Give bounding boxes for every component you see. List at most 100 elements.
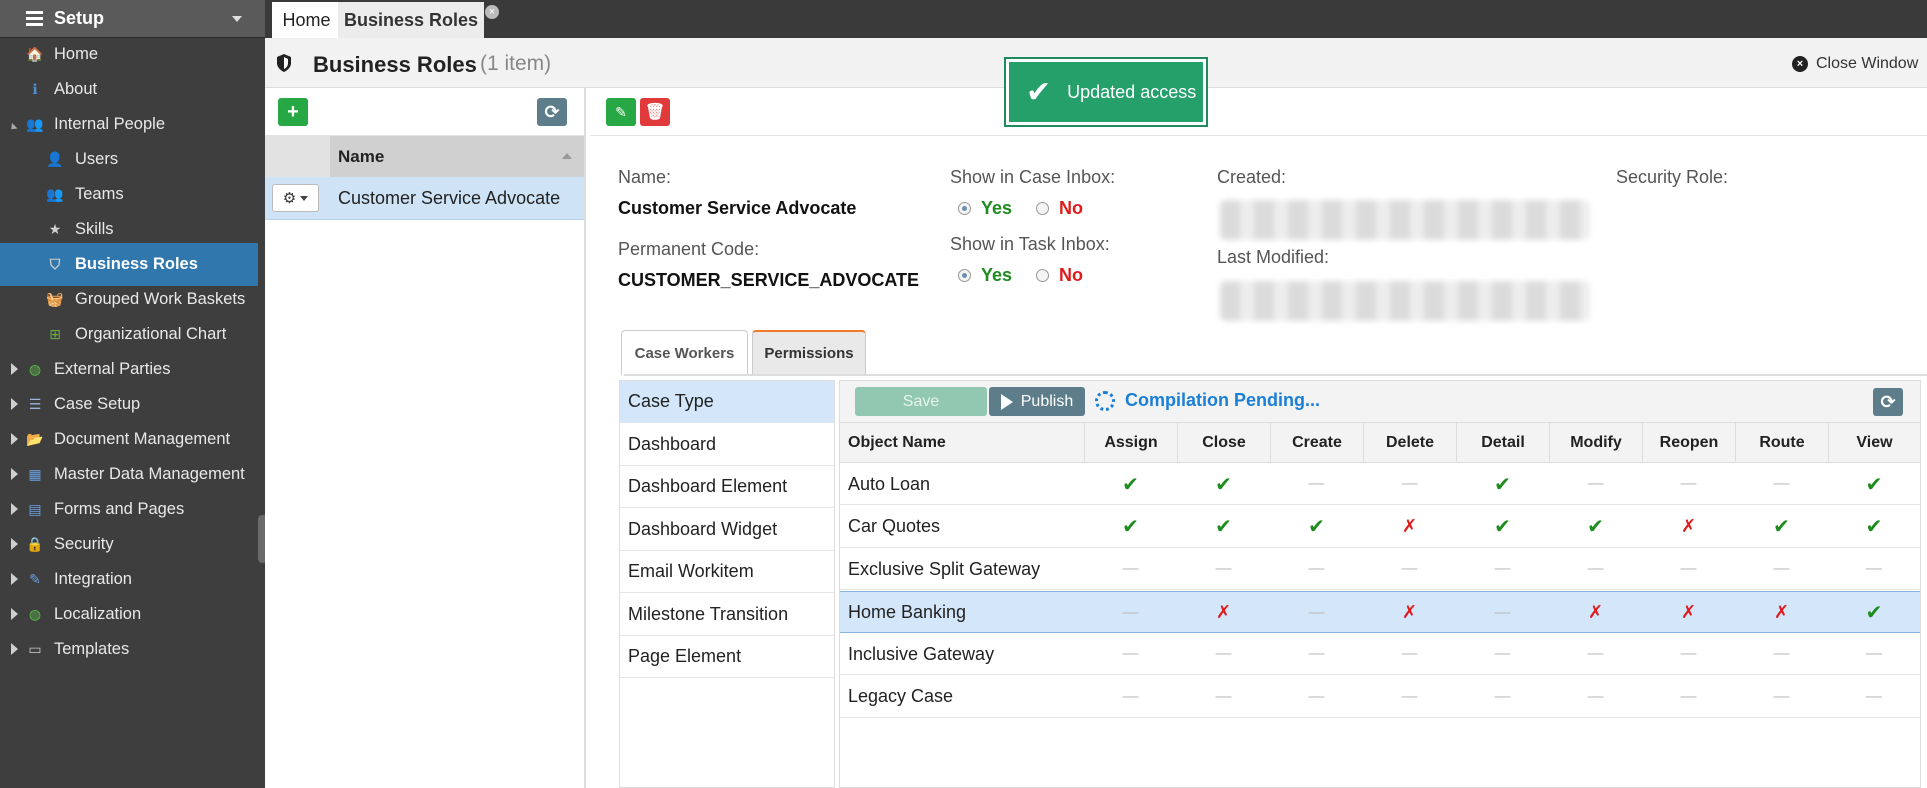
permission-delete-none-icon[interactable]: —	[1363, 548, 1456, 590]
case-inbox-no-radio[interactable]: No	[1036, 198, 1083, 219]
permission-detail-none-icon[interactable]: —	[1456, 592, 1549, 634]
close-window-button[interactable]: × Close Window	[1792, 55, 1918, 73]
object-type-page-element[interactable]: Page Element	[620, 636, 834, 678]
tab-permissions[interactable]: Permissions	[752, 330, 866, 375]
task-inbox-no-radio[interactable]: No	[1036, 265, 1083, 286]
permission-route-no-icon[interactable]: ✗	[1735, 592, 1828, 634]
menu-icon[interactable]	[26, 8, 43, 29]
permission-create-none-icon[interactable]: —	[1270, 463, 1363, 505]
permission-assign-none-icon[interactable]: —	[1084, 676, 1177, 718]
permission-view-none-icon[interactable]: —	[1828, 633, 1920, 675]
success-toast[interactable]: ✔ Updated access	[1004, 57, 1208, 127]
refresh-button[interactable]: ⟳	[537, 98, 567, 126]
expand-arrow-icon[interactable]	[11, 398, 18, 410]
save-button[interactable]: Save	[855, 387, 987, 416]
name-column-header[interactable]: Name	[330, 136, 584, 177]
permission-modify-no-icon[interactable]: ✗	[1549, 592, 1642, 634]
sidebar-collapse-handle[interactable]	[258, 515, 265, 563]
task-inbox-yes-radio[interactable]: Yes	[958, 265, 1012, 286]
permission-reopen-no-icon[interactable]: ✗	[1642, 506, 1735, 548]
object-type-dashboard[interactable]: Dashboard	[620, 424, 834, 466]
chevron-down-icon[interactable]	[232, 16, 242, 22]
permission-close-yes-icon[interactable]: ✔	[1177, 463, 1270, 505]
permission-create-none-icon[interactable]: —	[1270, 592, 1363, 634]
permission-view-yes-icon[interactable]: ✔	[1828, 592, 1920, 634]
case-inbox-yes-radio[interactable]: Yes	[958, 198, 1012, 219]
column-header-reopen[interactable]: Reopen	[1642, 423, 1735, 463]
permission-modify-none-icon[interactable]: —	[1549, 633, 1642, 675]
sort-ascending-icon[interactable]	[562, 153, 572, 159]
row-actions-button[interactable]: ⚙	[272, 184, 319, 212]
column-header-route[interactable]: Route	[1735, 423, 1828, 463]
permission-detail-yes-icon[interactable]: ✔	[1456, 463, 1549, 505]
column-header-close[interactable]: Close	[1177, 423, 1270, 463]
permission-reopen-none-icon[interactable]: —	[1642, 676, 1735, 718]
permission-reopen-no-icon[interactable]: ✗	[1642, 592, 1735, 634]
column-header-modify[interactable]: Modify	[1549, 423, 1642, 463]
tab-home[interactable]: Home	[272, 2, 341, 38]
permission-modify-none-icon[interactable]: —	[1549, 463, 1642, 505]
expand-arrow-icon[interactable]	[11, 433, 18, 445]
table-row[interactable]: Inclusive Gateway — — — — — — — — —	[840, 633, 1920, 675]
sidebar-item-templates[interactable]: ▭ Templates	[0, 628, 258, 671]
permission-modify-none-icon[interactable]: —	[1549, 548, 1642, 590]
permission-view-none-icon[interactable]: —	[1828, 548, 1920, 590]
edit-button[interactable]: ✎	[606, 98, 636, 126]
permission-create-none-icon[interactable]: —	[1270, 633, 1363, 675]
permission-delete-none-icon[interactable]: —	[1363, 463, 1456, 505]
column-header-create[interactable]: Create	[1270, 423, 1363, 463]
table-row[interactable]: Home Banking — ✗ — ✗ — ✗ ✗ ✗ ✔	[840, 590, 1920, 634]
permission-reopen-none-icon[interactable]: —	[1642, 633, 1735, 675]
expand-arrow-icon[interactable]	[11, 538, 18, 550]
refresh-button[interactable]: ⟳	[1873, 388, 1903, 416]
permission-view-none-icon[interactable]: —	[1828, 676, 1920, 718]
tab-case-workers[interactable]: Case Workers	[621, 330, 748, 375]
permission-delete-none-icon[interactable]: —	[1363, 633, 1456, 675]
permission-route-none-icon[interactable]: —	[1735, 633, 1828, 675]
permission-detail-none-icon[interactable]: —	[1456, 676, 1549, 718]
tab-business-roles[interactable]: Business Roles	[338, 2, 484, 38]
permission-assign-none-icon[interactable]: —	[1084, 592, 1177, 634]
object-type-milestone-transition[interactable]: Milestone Transition	[620, 594, 834, 636]
permission-modify-yes-icon[interactable]: ✔	[1549, 506, 1642, 548]
expand-arrow-icon[interactable]	[11, 573, 18, 585]
column-header-delete[interactable]: Delete	[1363, 423, 1456, 463]
publish-button[interactable]: Publish	[989, 387, 1085, 416]
table-row[interactable]: Auto Loan ✔ ✔ — — ✔ — — — ✔	[840, 463, 1920, 505]
table-row[interactable]: Legacy Case — — — — — — — — —	[840, 676, 1920, 718]
table-row[interactable]: Exclusive Split Gateway — — — — — — — — —	[840, 548, 1920, 590]
permission-assign-yes-icon[interactable]: ✔	[1084, 463, 1177, 505]
object-type-dashboard-element[interactable]: Dashboard Element	[620, 466, 834, 508]
column-header-view[interactable]: View	[1828, 423, 1920, 463]
permission-close-no-icon[interactable]: ✗	[1177, 592, 1270, 634]
delete-button[interactable]: 🗑	[640, 98, 670, 126]
permission-detail-yes-icon[interactable]: ✔	[1456, 506, 1549, 548]
permission-create-none-icon[interactable]: —	[1270, 548, 1363, 590]
permission-detail-none-icon[interactable]: —	[1456, 633, 1549, 675]
expand-arrow-icon[interactable]	[11, 503, 18, 515]
permission-view-yes-icon[interactable]: ✔	[1828, 463, 1920, 505]
add-button[interactable]: +	[278, 98, 308, 126]
list-item[interactable]: ⚙ Customer Service Advocate	[265, 177, 584, 220]
permission-close-yes-icon[interactable]: ✔	[1177, 506, 1270, 548]
object-type-case-type[interactable]: Case Type	[620, 381, 834, 423]
object-type-dashboard-widget[interactable]: Dashboard Widget	[620, 509, 834, 551]
permission-create-none-icon[interactable]: —	[1270, 676, 1363, 718]
permission-create-yes-icon[interactable]: ✔	[1270, 506, 1363, 548]
permission-assign-none-icon[interactable]: —	[1084, 633, 1177, 675]
permission-reopen-none-icon[interactable]: —	[1642, 463, 1735, 505]
collapse-arrow-icon[interactable]	[8, 122, 18, 133]
expand-arrow-icon[interactable]	[11, 468, 18, 480]
permission-close-none-icon[interactable]: —	[1177, 548, 1270, 590]
permission-delete-none-icon[interactable]: —	[1363, 676, 1456, 718]
permission-view-yes-icon[interactable]: ✔	[1828, 506, 1920, 548]
permission-route-yes-icon[interactable]: ✔	[1735, 506, 1828, 548]
column-header-object-name[interactable]: Object Name	[840, 423, 1084, 463]
permission-assign-yes-icon[interactable]: ✔	[1084, 506, 1177, 548]
permission-delete-no-icon[interactable]: ✗	[1363, 506, 1456, 548]
expand-arrow-icon[interactable]	[11, 608, 18, 620]
permission-detail-none-icon[interactable]: —	[1456, 548, 1549, 590]
table-row[interactable]: Car Quotes ✔ ✔ ✔ ✗ ✔ ✔ ✗ ✔ ✔	[840, 506, 1920, 548]
expand-arrow-icon[interactable]	[11, 363, 18, 375]
permission-route-none-icon[interactable]: —	[1735, 548, 1828, 590]
